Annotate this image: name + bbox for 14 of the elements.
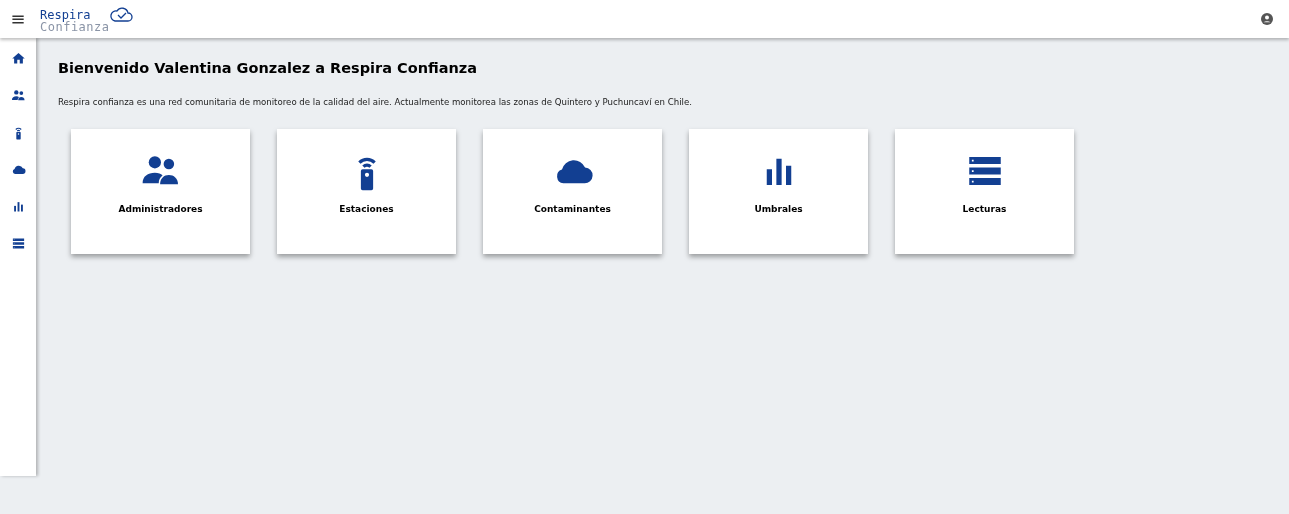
- cloud-check-icon: [108, 5, 133, 23]
- menu-card[interactable]: Estaciones: [277, 128, 456, 254]
- list-icon[interactable]: [10, 236, 26, 251]
- home-icon[interactable]: [10, 51, 26, 66]
- menu-card[interactable]: Lecturas: [895, 128, 1074, 254]
- description-text: Respira confianza es una red comunitaria de monitoreo de la calidad del aire. Actualmente monitorea las zonas de Quintero y Puchuncaví en Chile.: [58, 95, 693, 109]
- account-icon[interactable]: [1261, 13, 1273, 25]
- people-icon[interactable]: [10, 88, 26, 103]
- menu-card[interactable]: Administradores: [71, 128, 250, 254]
- menu-card[interactable]: Umbrales: [689, 128, 868, 254]
- page-title: Bienvenido Valentina Gonzalez a Respira Confianza: [58, 59, 479, 78]
- logo-text: Confianza: [40, 20, 110, 33]
- menu-card[interactable]: Contaminantes: [483, 128, 662, 254]
- logo-text: Respira: [40, 8, 91, 21]
